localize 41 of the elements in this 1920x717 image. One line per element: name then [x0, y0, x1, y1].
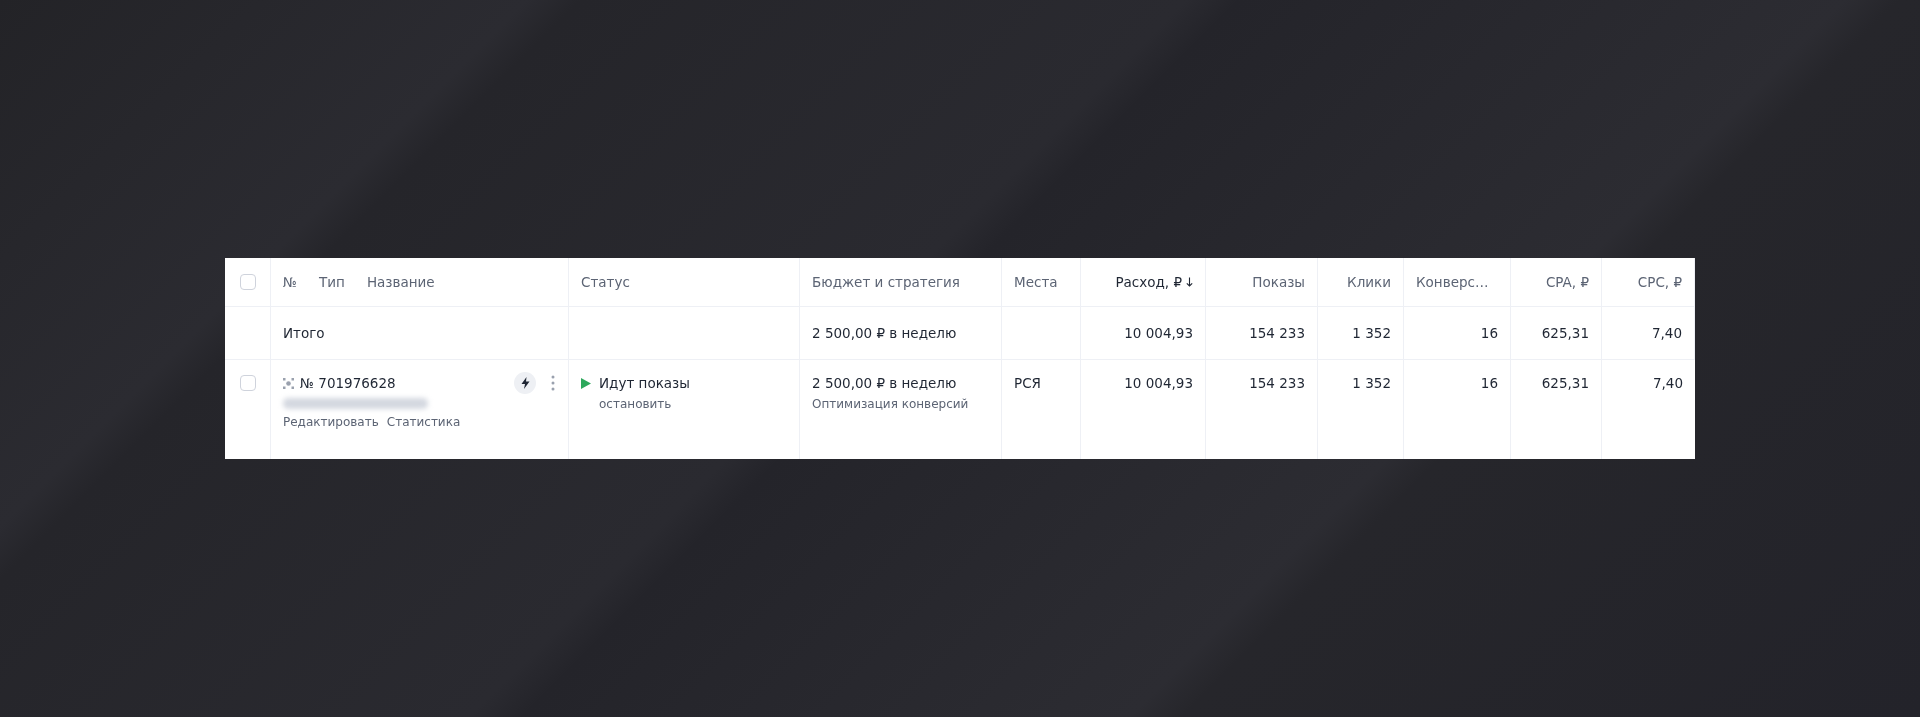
column-header[interactable]: Расход, ₽	[1115, 274, 1182, 290]
table-cell-text: 154 233	[1249, 374, 1305, 393]
table-cell-text: 7,40	[1652, 374, 1683, 393]
table-cell: 10 004,93	[1124, 325, 1193, 341]
campaign-number: № 701976628	[300, 375, 396, 391]
table-cell-text: 625,31	[1541, 374, 1589, 393]
column-header[interactable]: Конверс…	[1416, 274, 1489, 290]
table-cell: 16	[1480, 325, 1498, 341]
action-link[interactable]: Статистика	[386, 415, 461, 429]
stop-link[interactable]: остановить	[599, 397, 787, 411]
column-header[interactable]: Статус	[581, 274, 630, 290]
status-text: Идут показы	[599, 375, 690, 391]
column-header[interactable]: Название	[366, 274, 435, 290]
column-header[interactable]: CPA, ₽	[1545, 274, 1589, 290]
target-icon	[283, 377, 294, 389]
budget-text: 2 500,00 ₽ в неделю	[812, 374, 958, 393]
more-icon[interactable]	[550, 375, 556, 391]
table-cell-text: 10 004,93	[1124, 374, 1193, 393]
autotargeting-button[interactable]	[514, 372, 536, 394]
table-cell: 2 500,00 ₽ в неделю	[812, 325, 957, 341]
table-cell-text: РСЯ	[1014, 374, 1042, 393]
table-cell-text: 1 352	[1352, 374, 1391, 393]
table-cell: 1 352	[1352, 325, 1391, 341]
column-header[interactable]: Места	[1014, 274, 1058, 290]
column-header[interactable]: Тип	[319, 274, 345, 290]
table-cell: 625,31	[1541, 325, 1589, 341]
checkbox[interactable]	[239, 274, 256, 290]
action-link[interactable]: Редактировать	[283, 415, 379, 429]
strategy-text: Оптимизация конверсий	[812, 397, 970, 411]
table-cell: 7,40	[1651, 325, 1682, 341]
column-header[interactable]: №	[283, 274, 298, 290]
column-header[interactable]: Бюджет и стратегия	[812, 274, 960, 290]
column-header[interactable]: Клики	[1347, 274, 1391, 290]
table-cell-text: 16	[1480, 374, 1498, 393]
table-cell: 154 233	[1249, 325, 1305, 341]
column-header[interactable]: CPC, ₽	[1637, 274, 1682, 290]
total-label: Итого	[283, 325, 325, 341]
lightning-icon	[520, 377, 530, 389]
sort-down-icon[interactable]	[1186, 277, 1193, 287]
column-header[interactable]: Показы	[1252, 274, 1305, 290]
checkbox[interactable]	[239, 375, 256, 391]
